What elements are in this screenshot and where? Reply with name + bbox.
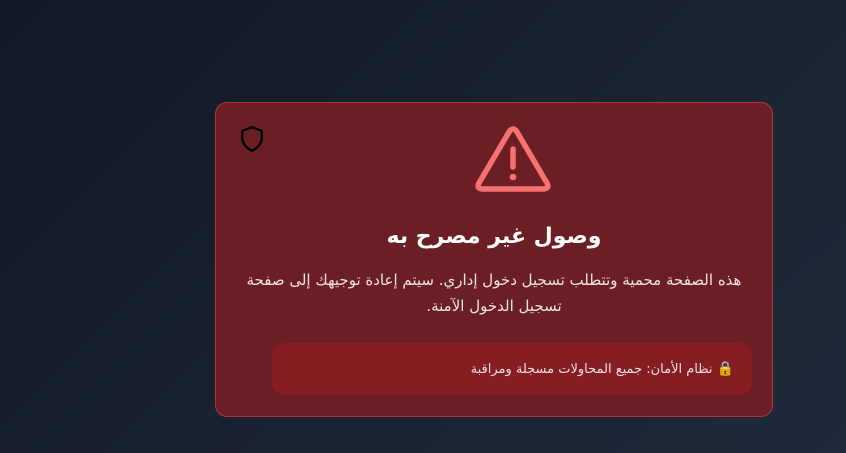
unauthorized-access-card: وصول غير مصرح به هذه الصفحة محمية وتتطلب… (215, 102, 773, 417)
security-notice-text: نظام الأمان: جميع المحاولات مسجلة ومراقب… (470, 361, 713, 377)
page-title: وصول غير مصرح به (386, 224, 602, 249)
security-notice: 🔒 نظام الأمان: جميع المحاولات مسجلة ومرا… (272, 343, 752, 395)
warning-triangle-icon (475, 126, 551, 192)
alert-message: هذه الصفحة محمية وتتطلب تسجيل دخول إداري… (246, 271, 742, 315)
lock-icon: 🔒 (716, 361, 734, 377)
shield-icon (241, 125, 263, 153)
